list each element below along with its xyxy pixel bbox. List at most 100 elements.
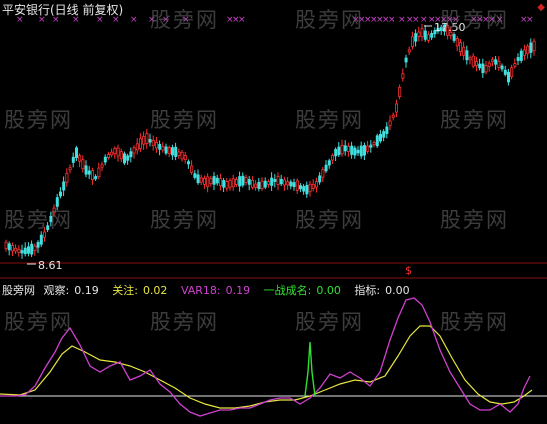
candle-body [148, 139, 152, 143]
candle-body [314, 181, 318, 188]
signal-x-mark: × [130, 15, 138, 25]
candle-body [519, 50, 523, 61]
candle-body [75, 147, 79, 158]
green-spike [304, 341, 316, 397]
candle-body [151, 140, 155, 147]
candle-body [209, 177, 213, 185]
candle-body [190, 165, 194, 173]
candle-body [286, 181, 290, 186]
candle-body [94, 176, 98, 180]
candle-body [484, 65, 488, 73]
candle-body [71, 156, 75, 163]
low-price-label: 8.61 [38, 259, 63, 272]
candle-body [49, 215, 53, 223]
candle-body [36, 241, 40, 248]
candle-body [356, 149, 360, 154]
candle-body [398, 87, 402, 97]
candle-body [65, 172, 69, 183]
candle-body [154, 142, 158, 149]
candle-body [289, 181, 293, 187]
candle-body [369, 144, 373, 148]
candle-body [113, 147, 117, 155]
candle-body [215, 177, 219, 184]
candle-body [305, 184, 309, 195]
signal-x-mark: × [148, 15, 156, 25]
candle-body [260, 180, 264, 189]
candle-body [222, 180, 226, 188]
candle-body [129, 151, 133, 158]
candle-body [138, 138, 142, 149]
candle-body [490, 59, 494, 63]
candle-body [107, 154, 111, 159]
candle-body [78, 155, 82, 162]
candle-body [62, 181, 66, 191]
candle-body [14, 247, 18, 252]
candle-body [231, 178, 235, 188]
candlestick-series [4, 22, 536, 259]
candle-body [276, 176, 280, 186]
candle-body [378, 133, 382, 142]
candle-body [241, 175, 245, 186]
signal-x-mark: × [420, 15, 428, 25]
candle-body [135, 143, 139, 151]
candle-body [254, 183, 258, 188]
candle-body [506, 71, 510, 83]
candle-body [23, 247, 27, 255]
candle-body [375, 135, 379, 147]
candle-body [116, 147, 120, 157]
candle-body [238, 176, 242, 187]
signal-x-mark: × [162, 15, 170, 25]
high-price-label: 17.50 [434, 21, 466, 34]
chart-canvas: × × × × × × × × × × ××× ××××××× × ×× × ××××× ×××× × ×× 17.… [0, 15, 547, 417]
signal-x-mark: × [238, 15, 246, 25]
candle-body [343, 145, 347, 152]
legend-index: 指标: 0.00 [354, 284, 410, 297]
candle-body [474, 61, 478, 67]
indicator-legend: 股旁网 观察: 0.19 关注: 0.02 VAR18: 0.19 一战成名: 0.00… [2, 282, 420, 298]
candle-body [385, 126, 389, 134]
candle-body [234, 178, 238, 185]
candle-body [279, 178, 283, 185]
legend-yizhan: 一战成名: 0.00 [263, 284, 341, 297]
candle-body [218, 178, 222, 187]
candle-body [17, 249, 21, 254]
candle-body [250, 179, 254, 188]
candle-body [170, 147, 174, 156]
candle-body [401, 73, 405, 79]
candle-body [257, 181, 261, 189]
signal-x-mark: × [496, 15, 504, 25]
dollar-marker: $ [405, 264, 412, 277]
candle-body [43, 231, 47, 238]
candle-body [481, 63, 485, 74]
candle-body [340, 145, 344, 155]
candle-body [465, 50, 469, 61]
candle-body [510, 67, 514, 78]
candle-body [388, 120, 392, 126]
candle-body [353, 147, 357, 156]
candle-body [324, 164, 328, 172]
candle-body [523, 49, 527, 56]
candle-body [407, 49, 411, 53]
candle-body [177, 151, 181, 156]
candle-body [212, 176, 216, 185]
candle-body [458, 42, 462, 52]
candle-body [10, 245, 14, 252]
candle-body [26, 246, 30, 254]
candle-body [366, 145, 370, 152]
legend-focus: 关注: 0.02 [112, 284, 168, 297]
candle-body [334, 149, 338, 157]
candle-body [174, 146, 178, 157]
candle-body [423, 30, 427, 40]
legend-observe: 观察: 0.19 [43, 284, 99, 297]
candle-body [46, 225, 50, 230]
corner-marker-icon[interactable]: ◆ [537, 2, 545, 13]
candle-body [359, 145, 363, 157]
candle-body [228, 180, 232, 188]
candle-body [417, 31, 421, 37]
candle-body [225, 180, 229, 189]
candle-body [91, 170, 95, 180]
candle-body [68, 167, 72, 171]
candle-body [497, 60, 501, 68]
candle-body [298, 185, 302, 190]
candle-body [247, 179, 251, 185]
